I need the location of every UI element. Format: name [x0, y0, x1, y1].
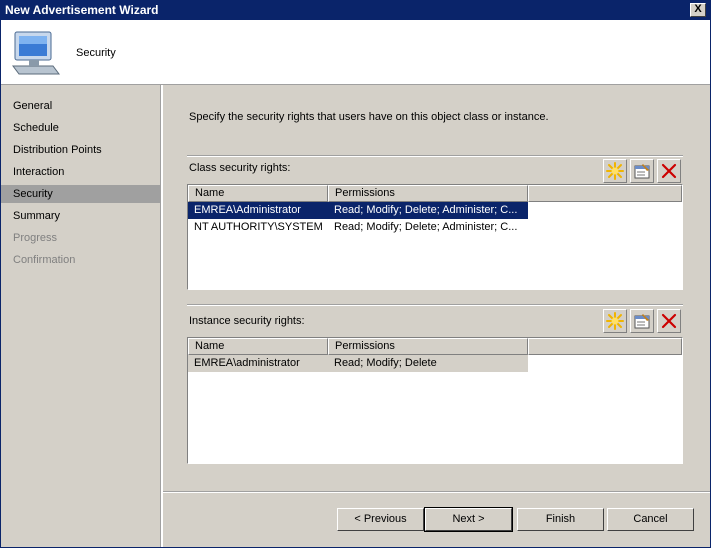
nav-item-confirmation: Confirmation	[13, 254, 76, 266]
row-name: NT AUTHORITY\SYSTEM	[194, 221, 323, 233]
intro-text: Specify the security rights that users h…	[189, 111, 549, 123]
wizard-nav: General Schedule Distribution Points Int…	[1, 85, 161, 547]
nav-item-schedule[interactable]: Schedule	[1, 119, 160, 137]
column-header-filler	[528, 338, 682, 355]
list-header: Name Permissions	[188, 185, 682, 202]
page-title: Security	[76, 47, 116, 59]
row-permissions: Read; Modify; Delete	[328, 355, 528, 372]
row-name: EMREA\administrator	[188, 355, 328, 372]
list-header: Name Permissions	[188, 338, 682, 355]
previous-button[interactable]: < Previous	[337, 508, 424, 531]
class-rights-list[interactable]: Name Permissions EMREA\Administrator Rea…	[187, 184, 683, 290]
wizard-window: New Advertisement Wizard X Security Gene…	[0, 0, 711, 548]
column-header-filler	[528, 185, 682, 202]
nav-item-general[interactable]: General	[1, 97, 160, 115]
class-delete-button[interactable]	[657, 159, 681, 183]
column-header-permissions[interactable]: Permissions	[328, 185, 528, 202]
table-row[interactable]: EMREA\Administrator Read; Modify; Delete…	[188, 202, 682, 219]
instance-rights-divider	[187, 304, 683, 306]
instance-rights-label: Instance security rights:	[189, 315, 305, 327]
close-button[interactable]: X	[690, 3, 706, 17]
computer-icon	[9, 28, 61, 81]
delete-icon	[661, 163, 677, 179]
instance-delete-button[interactable]	[657, 309, 681, 333]
row-permissions: Read; Modify; Delete; Administer; C...	[334, 221, 518, 233]
table-row[interactable]: EMREA\administrator Read; Modify; Delete	[188, 355, 682, 372]
nav-item-interaction[interactable]: Interaction	[1, 163, 160, 181]
wizard-content: Specify the security rights that users h…	[163, 85, 710, 547]
new-star-icon	[606, 312, 624, 330]
wizard-header: Security	[1, 20, 710, 85]
instance-new-button[interactable]	[603, 309, 627, 333]
class-rights-label: Class security rights:	[189, 162, 291, 174]
nav-item-distribution-points[interactable]: Distribution Points	[1, 141, 160, 159]
class-properties-button[interactable]	[630, 159, 654, 183]
row-name: EMREA\Administrator	[188, 202, 328, 219]
nav-item-summary[interactable]: Summary	[1, 207, 160, 225]
nav-item-progress: Progress	[13, 232, 58, 244]
new-star-icon	[606, 162, 624, 180]
finish-button[interactable]: Finish	[517, 508, 604, 531]
instance-properties-button[interactable]	[630, 309, 654, 333]
class-rights-divider	[187, 155, 683, 157]
table-row[interactable]: NT AUTHORITY\SYSTEM Read; Modify; Delete…	[188, 219, 682, 236]
footer-divider	[163, 491, 710, 493]
delete-icon	[661, 313, 677, 329]
column-header-permissions[interactable]: Permissions	[328, 338, 528, 355]
instance-rights-list[interactable]: Name Permissions EMREA\administrator Rea…	[187, 337, 683, 464]
class-new-button[interactable]	[603, 159, 627, 183]
column-header-name[interactable]: Name	[188, 185, 328, 202]
next-button[interactable]: Next >	[424, 507, 513, 532]
cancel-button[interactable]: Cancel	[607, 508, 694, 531]
nav-item-security[interactable]: Security	[1, 185, 160, 203]
properties-icon	[634, 314, 650, 329]
properties-icon	[634, 164, 650, 179]
window-title: New Advertisement Wizard	[5, 3, 159, 17]
title-bar: New Advertisement Wizard X	[1, 1, 710, 20]
column-header-name[interactable]: Name	[188, 338, 328, 355]
row-permissions: Read; Modify; Delete; Administer; C...	[328, 202, 528, 219]
